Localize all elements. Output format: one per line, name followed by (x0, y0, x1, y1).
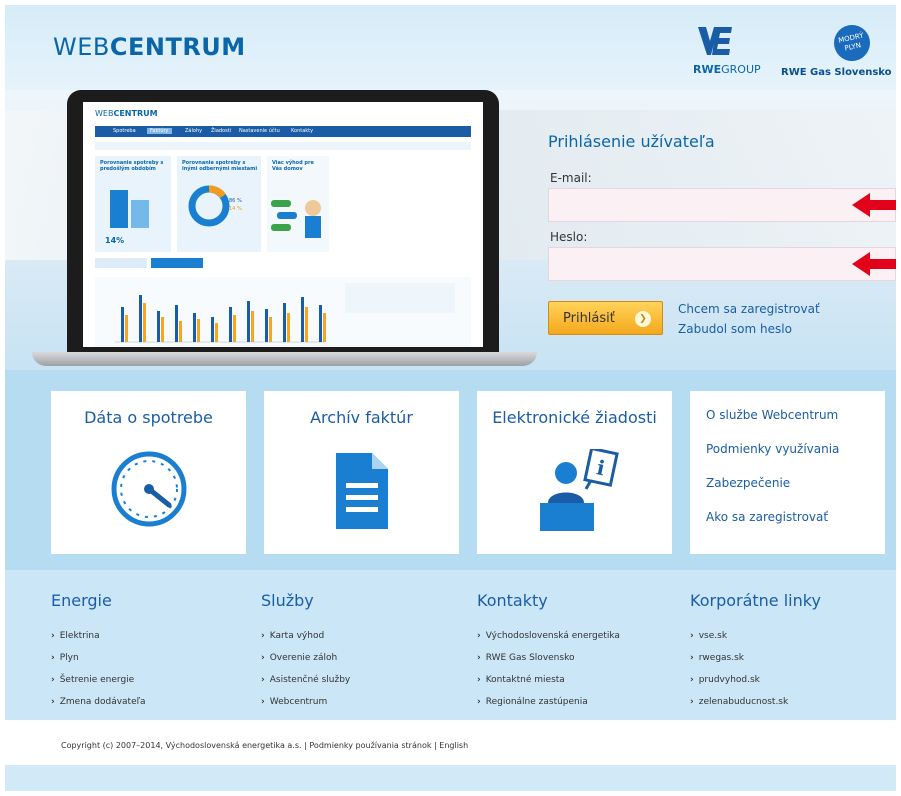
mini-nav: Spotreba Faktúry Zálohy Žiadosti Nastave… (95, 126, 471, 137)
info-link-about[interactable]: O službe Webcentrum (706, 408, 838, 422)
footer-link[interactable]: Kontaktné miesta (477, 675, 565, 685)
separator: | (434, 741, 437, 750)
tile-icon-wrap (264, 449, 459, 539)
tile-icon-wrap (51, 449, 246, 539)
mini-nav-item: Nastavenie účtu (239, 128, 280, 134)
footer-heading: Služby (261, 591, 314, 610)
rwe-group-text: RWEGROUP (693, 63, 761, 76)
footer-column-corporate: Korporátne linky vse.sk rwegas.sk prudvy… (690, 591, 821, 707)
footer-links: Energie Elektrina Plyn Šetrenie energie … (5, 570, 896, 720)
copyright: Copyright (c) 2007–2014, Východoslovensk… (61, 741, 468, 750)
gauge-icon (111, 451, 186, 527)
info-links-panel: O službe Webcentrum Podmienky využívania… (690, 391, 885, 554)
footer-heading: Energie (51, 591, 112, 610)
footer-link[interactable]: Zmena dodávateľa (51, 697, 146, 707)
mini-nav-item: Žiadosti (211, 128, 232, 134)
mini-donut-b: 14 % (229, 206, 242, 212)
footer-column-contacts: Kontakty Východoslovenská energetika RWE… (477, 591, 620, 707)
arrow-left-icon (852, 193, 896, 217)
services-band: Dáta o spotrebe Archív faktúr Elektronic… (5, 370, 896, 570)
email-label: E-mail: (550, 171, 592, 185)
mini-nav-item: Spotreba (113, 128, 136, 134)
hero: WEBCENTRUM Spotreba Faktúry Zálohy Žiado… (5, 90, 896, 370)
mini-nav-item: Faktúry (147, 128, 172, 134)
footer-heading: Korporátne linky (690, 591, 821, 610)
rwe-logo-icon (698, 27, 732, 55)
mini-donut-a: 86 % (229, 198, 242, 204)
info-link-how-to-register[interactable]: Ako sa zaregistrovať (706, 510, 828, 524)
login-title: Prihlásenie užívateľa (548, 132, 715, 151)
forgot-password-link[interactable]: Zabudol som heslo (678, 322, 792, 336)
mini-chart (95, 277, 471, 347)
tile-electronic-requests[interactable]: Elektronické žiadosti i (477, 391, 672, 554)
page: WEBCENTRUM RWEGROUP MODRÝ PLYN RWE Gas Sl… (5, 5, 896, 791)
password-field[interactable] (548, 247, 896, 281)
arrow-left-icon (852, 252, 896, 276)
mini-nav-item: Kontakty (291, 128, 314, 134)
webcentrum-logo[interactable]: WEBCENTRUM (53, 33, 246, 61)
mini-card-1: Porovnanie spotreby s predošlým obdobím … (95, 156, 171, 252)
laptop-base (32, 352, 537, 366)
tile-title: Archív faktúr (310, 408, 413, 427)
password-label: Heslo: (550, 230, 588, 244)
mini-nav-item: Zálohy (185, 128, 203, 134)
footer-heading: Kontakty (477, 591, 548, 610)
tile-icon-wrap: i (477, 449, 672, 539)
document-icon (335, 453, 388, 529)
mini-percent: 14% (105, 236, 125, 245)
footer-link[interactable]: vse.sk (690, 631, 727, 641)
register-link[interactable]: Chcem sa zaregistrovať (678, 302, 820, 316)
login-button[interactable]: Prihlásiť ❯ (548, 301, 663, 335)
tile-consumption-data[interactable]: Dáta o spotrebe (51, 391, 246, 554)
tile-invoice-archive[interactable]: Archív faktúr (264, 391, 459, 554)
person-sign-icon: i (539, 449, 619, 531)
mini-status-bar (95, 142, 471, 150)
footer-link[interactable]: Šetrenie energie (51, 675, 135, 685)
english-link[interactable]: English (439, 741, 468, 750)
chevron-right-icon: ❯ (635, 311, 651, 327)
mini-chart-bars (115, 283, 455, 343)
mini-card-3: Viac výhod pre Vás domov (267, 156, 329, 252)
footer-link[interactable]: RWE Gas Slovensko (477, 653, 575, 663)
rwe-group-light: GROUP (721, 63, 761, 76)
mini-promo-icon (271, 200, 321, 238)
footer-link[interactable]: Elektrina (51, 631, 100, 641)
footer-link[interactable]: Plyn (51, 653, 79, 663)
footer-link[interactable]: zelenabuducnost.sk (690, 697, 789, 707)
footer-column-energy: Energie Elektrina Plyn Šetrenie energie … (51, 591, 146, 707)
footer-link[interactable]: Webcentrum (261, 697, 328, 707)
footer-link[interactable]: Overenie záloh (261, 653, 338, 663)
footer-link[interactable]: prudvyhod.sk (690, 675, 760, 685)
bottom-strip (5, 765, 896, 791)
footer-link[interactable]: Asistenčné služby (261, 675, 351, 685)
footer-link[interactable]: Regionálne zastúpenia (477, 697, 588, 707)
header: WEBCENTRUM RWEGROUP MODRÝ PLYN RWE Gas Sl… (5, 5, 896, 90)
mini-brand-bold: CENTRUM (113, 109, 158, 118)
rwe-gas-name: RWE Gas Slovensko (781, 67, 892, 78)
mini-brand: WEBCENTRUM (95, 109, 158, 118)
info-link-terms[interactable]: Podmienky využívania (706, 442, 839, 456)
mini-brand-light: WEB (95, 109, 114, 118)
brand-light: WEB (53, 33, 110, 61)
laptop-screen: WEBCENTRUM Spotreba Faktúry Zálohy Žiado… (83, 102, 483, 347)
login-button-label: Prihlásiť (563, 311, 615, 326)
footer-link[interactable]: Východoslovenská energetika (477, 631, 620, 641)
mini-donut-icon (188, 185, 230, 227)
separator: | (304, 741, 307, 750)
terms-of-use-link[interactable]: Podmienky používania stránok (309, 741, 431, 750)
mini-tabs (95, 258, 471, 268)
mini-card-2: Porovnanie spotreby s inými odbernými mi… (177, 156, 261, 252)
email-field[interactable] (548, 188, 896, 222)
info-link-security[interactable]: Zabezpečenie (706, 476, 790, 490)
modry-plyn-badge: MODRÝ PLYN (830, 21, 874, 65)
brand-bold: CENTRUM (109, 33, 246, 61)
laptop-illustration: WEBCENTRUM Spotreba Faktúry Zálohy Žiado… (32, 90, 537, 370)
rwe-group-bold: RWE (693, 63, 722, 76)
footer-link[interactable]: rwegas.sk (690, 653, 744, 663)
footer-column-services: Služby Karta výhod Overenie záloh Asiste… (261, 591, 350, 707)
tile-title: Dáta o spotrebe (84, 408, 213, 427)
copyright-text: Copyright (c) 2007–2014, Východoslovensk… (61, 741, 302, 750)
tile-title: Elektronické žiadosti (492, 408, 657, 427)
footer-link[interactable]: Karta výhod (261, 631, 324, 641)
